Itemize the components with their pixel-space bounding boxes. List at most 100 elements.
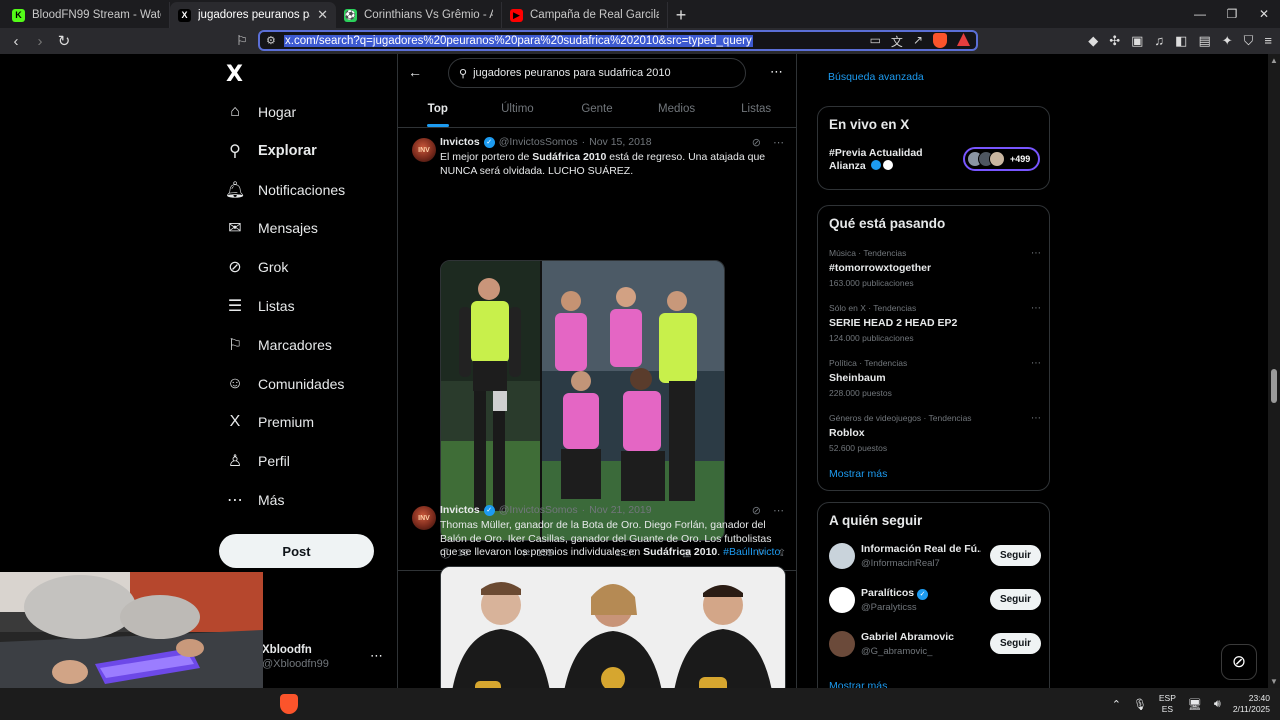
close-tab-icon[interactable]: ✕ (317, 7, 328, 23)
trend-item[interactable]: Géneros de videojuegos · Tendencias Roblo… (829, 413, 1041, 453)
nav-item-mail[interactable]: ✉ Mensajes (226, 213, 318, 243)
forward-icon[interactable]: › (30, 31, 50, 51)
new-tab-button[interactable]: + (668, 2, 694, 28)
back-arrow-icon[interactable]: ← (408, 64, 422, 80)
tweet-photo[interactable] (440, 566, 786, 688)
nav-item-search[interactable]: ⚲ Explorar (226, 136, 317, 166)
browser-tab[interactable]: ⚽ Corinthians Vs Grêmio - Alineaciones (336, 2, 502, 28)
follow-avatar[interactable] (829, 587, 855, 613)
scrollbar-thumb[interactable] (1271, 369, 1277, 403)
brave-shields-icon[interactable] (933, 33, 947, 48)
wallet-icon[interactable]: ▤ (1198, 33, 1210, 49)
nav-item-home[interactable]: ⌂ Hogar (226, 97, 296, 127)
tweet-avatar[interactable]: INV (412, 506, 436, 530)
language-indicator[interactable]: ESP ES (1159, 693, 1176, 715)
tray-expand-icon[interactable]: ⌃ (1112, 698, 1121, 711)
microphone-icon[interactable]: 🎙︎ (1133, 698, 1147, 711)
clock[interactable]: 23:40 2/11/2025 (1233, 693, 1270, 715)
tweet-more-icon[interactable]: ⋯ (773, 504, 784, 517)
brave-rewards-icon[interactable] (957, 33, 970, 46)
x-logo[interactable]: X (226, 62, 243, 87)
browser-tab[interactable]: K BloodFN99 Stream - Watch Live on Kick (4, 2, 170, 28)
tweet-author-handle[interactable]: @InvictosSomos (499, 136, 578, 148)
brave-taskbar-icon[interactable] (280, 694, 298, 714)
translate-icon[interactable]: 文 (891, 33, 903, 50)
nav-item-profile[interactable]: ♙ Perfil (226, 446, 290, 476)
search-tab[interactable]: Top (398, 90, 478, 127)
minimize-button[interactable]: — (1184, 0, 1216, 28)
trend-item[interactable]: Sólo en X · Tendencias SERIE HEAD 2 HEAD … (829, 303, 1041, 343)
cast-icon[interactable]: ▭ (870, 33, 881, 50)
page-scrollbar[interactable]: ▲ ▼ (1268, 54, 1280, 688)
close-window-button[interactable]: ✕ (1248, 0, 1280, 28)
extensions-icon[interactable]: ✣ (1109, 33, 1120, 49)
url-text[interactable]: x.com/search?q=jugadores%20peuranos%20pa… (284, 34, 753, 47)
trend-more-icon[interactable]: ⋯ (1031, 303, 1041, 314)
menu-icon[interactable]: ≡ (1264, 33, 1272, 49)
follow-avatar[interactable] (829, 631, 855, 657)
leo-icon[interactable]: ◆ (1088, 33, 1098, 49)
account-more-icon[interactable]: ⋯ (370, 648, 383, 664)
live-listeners-pill[interactable]: +499 (963, 147, 1040, 171)
address-bar[interactable]: ⚙ x.com/search?q=jugadores%20peuranos%20… (258, 30, 978, 51)
live-space-item[interactable]: #Previa Actualidad Alianza (829, 147, 954, 173)
follow-avatar[interactable] (829, 543, 855, 569)
hashtag-link[interactable]: #BaúlInvicto (723, 546, 780, 558)
nav-item-list[interactable]: ☰ Listas (226, 291, 295, 321)
share-icon[interactable]: ↗ (913, 33, 923, 50)
account-switcher[interactable]: Xbloodfn @Xbloodfn99 (262, 644, 329, 670)
browser-tab[interactable]: ▶ Campaña de Real Garcilaso en la Copa (502, 2, 668, 28)
reload-icon[interactable]: ↻ (54, 31, 74, 51)
volume-icon[interactable]: 🔊︎ (1214, 698, 1221, 711)
follow-button[interactable]: Seguir (990, 589, 1041, 610)
nav-item-more[interactable]: ⋯ Más (226, 485, 284, 515)
trend-more-icon[interactable]: ⋯ (1031, 413, 1041, 424)
tweet-author-handle[interactable]: @InvictosSomos (499, 504, 578, 516)
search-options-icon[interactable]: ⋯ (770, 64, 783, 80)
trending-show-more-link[interactable]: Mostrar más (829, 468, 887, 480)
restore-button[interactable]: ❐ (1216, 0, 1248, 28)
follow-button[interactable]: Seguir (990, 545, 1041, 566)
search-box[interactable]: ⚲ (448, 58, 746, 88)
follow-button[interactable]: Seguir (990, 633, 1041, 654)
follow-suggestion[interactable]: Gabriel Abramovic @G_abramovic_ Seguir (829, 629, 1041, 659)
grok-floating-button[interactable]: ⊘ (1221, 644, 1257, 680)
nav-item-premium[interactable]: X Premium (226, 407, 314, 437)
trend-more-icon[interactable]: ⋯ (1031, 248, 1041, 259)
search-tab[interactable]: Gente (557, 90, 637, 127)
advanced-search-link[interactable]: Búsqueda avanzada (828, 71, 924, 83)
follow-show-more-link[interactable]: Mostrar más (829, 680, 887, 688)
bookmark-page-icon[interactable]: ⚐ (232, 31, 252, 51)
follow-suggestion[interactable]: Información Real de Fú... @InformacinReal… (829, 541, 1041, 571)
vpn-icon[interactable]: ⛉ (1244, 33, 1254, 49)
post-button[interactable]: Post (219, 534, 374, 568)
tweet-date[interactable]: Nov 15, 2018 (589, 136, 651, 148)
tweet-avatar[interactable]: INV (412, 138, 436, 162)
trend-more-icon[interactable]: ⋯ (1031, 358, 1041, 369)
tweet-author-name[interactable]: Invictos (440, 136, 480, 148)
nav-item-bookmark[interactable]: ⚐ Marcadores (226, 330, 332, 360)
follow-suggestion[interactable]: Paralíticos ✓ @Paralyticss Seguir (829, 585, 1041, 615)
tweet-date[interactable]: Nov 21, 2019 (589, 504, 651, 516)
nav-item-bell[interactable]: 🔔︎ Notificaciones (225, 175, 345, 205)
tweet-author-name[interactable]: Invictos (440, 504, 480, 516)
search-tab[interactable]: Último (478, 90, 558, 127)
grok-explain-icon[interactable]: ⊘ (752, 136, 761, 149)
media-icon[interactable]: ♫ (1154, 33, 1164, 49)
search-input[interactable] (473, 67, 734, 79)
tweet-more-icon[interactable]: ⋯ (773, 136, 784, 149)
site-info-icon[interactable]: ⚙ (266, 34, 280, 47)
back-icon[interactable]: ‹ (6, 31, 26, 51)
browser-tab[interactable]: Xjugadores peuranos para sudafrica 2010 ✕ (170, 2, 336, 28)
trend-item[interactable]: Música · Tendencias #tomorrowxtogether 163… (829, 248, 1041, 288)
nav-item-grok[interactable]: ⊘ Grok (226, 252, 288, 282)
sidebar-toggle-icon[interactable]: ◧ (1175, 33, 1187, 49)
trend-item[interactable]: Política · Tendencias Sheinbaum 228.000 pu… (829, 358, 1041, 398)
network-icon[interactable]: 🖥︎ (1188, 698, 1202, 711)
screenshot-icon[interactable]: ▣ (1131, 33, 1143, 49)
nav-item-communities[interactable]: ☺ Comunidades (226, 369, 345, 399)
ai-icon[interactable]: ✦ (1222, 33, 1233, 49)
grok-explain-icon[interactable]: ⊘ (752, 504, 761, 517)
search-tab[interactable]: Listas (716, 90, 796, 127)
search-tab[interactable]: Medios (637, 90, 717, 127)
